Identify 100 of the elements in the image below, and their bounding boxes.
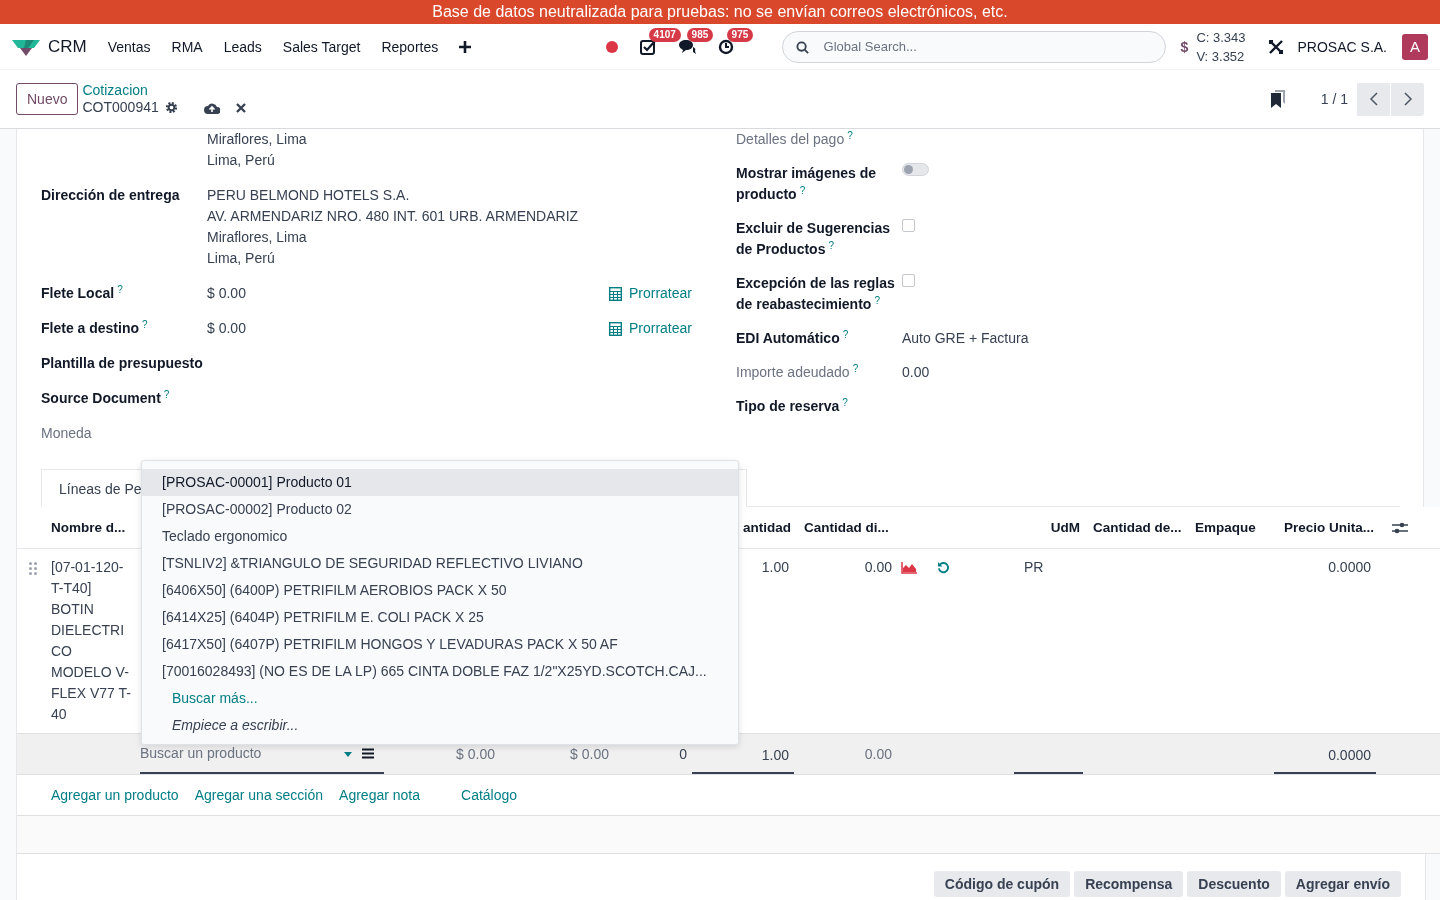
table-cell-text: 0 (678, 744, 688, 764)
area-chart-icon[interactable] (901, 561, 917, 574)
action-button[interactable]: Agregar envío (1284, 871, 1401, 897)
currency-symbol: $ (1180, 38, 1189, 55)
field-value: PERU BELMOND HOTELS S.A. (207, 186, 411, 205)
field-label: Source Document $^{?}$ (41, 388, 171, 408)
settings-icon[interactable] (164, 101, 178, 114)
exchange-rate: C: 3.343 (1196, 28, 1246, 47)
cloud-upload-icon[interactable] (203, 101, 220, 114)
field-label: Importe adeudado $^{?}$ (736, 362, 860, 382)
field-label: Detalles del pago $^{?}$ (736, 129, 854, 149)
dropdown-option[interactable]: [TSNLIV2] &TRIANGULO DE SEGURIDAD REFLECTIVO LIVIANO (142, 550, 738, 577)
table-cell-text: 1.00 (760, 558, 790, 577)
column-header[interactable]: Nombre d... (41, 520, 140, 535)
menu-item[interactable]: Ventas (107, 38, 151, 55)
table-cell-text: $ 0.00 (569, 744, 610, 764)
column-header[interactable]: Empaque (1185, 520, 1274, 535)
previous-button[interactable] (1357, 82, 1390, 116)
settings-sliders-icon[interactable] (1391, 521, 1408, 534)
close-icon[interactable] (235, 102, 246, 113)
field-label: EDI Automático $^{?}$ (736, 328, 850, 348)
menu-item[interactable]: Reportes (381, 38, 439, 55)
field-label: Plantilla de presupuesto (41, 354, 204, 373)
dropdown-option[interactable]: [PROSAC-00002] Producto 02 (142, 496, 738, 523)
field-label: Excepción de las reglas de reabastecimiento $^{?}$ (736, 274, 896, 314)
dropdown-option[interactable]: Teclado ergonomico (142, 523, 738, 550)
column-header[interactable]: Precio Unita... (1274, 520, 1376, 535)
table-cell-text: PR (1023, 558, 1045, 577)
checkbox-icon[interactable] (639, 38, 656, 55)
app-name[interactable]: CRM (48, 36, 87, 57)
logo-icon[interactable] (12, 37, 40, 56)
dropdown-option[interactable]: [70016028493] (NO ES DE LA LP) 665 CINTA DOBLE FAZ 1/2"X25YD.SCOTCH.CAJ... (142, 658, 738, 685)
next-button[interactable] (1391, 82, 1424, 116)
column-header[interactable]: Cantidad di... (794, 520, 897, 535)
add-line-link[interactable]: Agregar nota (339, 787, 420, 803)
prorate-button[interactable]: Prorratear (604, 283, 696, 304)
chat-icon[interactable] (677, 38, 696, 55)
checkbox[interactable] (902, 219, 915, 232)
field-label: Excluir de Sugerencias de Productos $^{?}$ (736, 219, 892, 259)
table-cell-text: 0.00 (863, 744, 893, 764)
field-label: Tipo de reserva $^{?}$ (736, 396, 849, 416)
address-line: Miraflores, Lima (207, 130, 307, 149)
new-button[interactable]: Nuevo (16, 83, 79, 115)
dropdown-hint: Empiece a escribir... (171, 716, 300, 735)
table-cell-text: 0.0000 (1327, 558, 1372, 577)
column-header[interactable]: UdM (1014, 520, 1083, 535)
toggle-switch[interactable] (902, 163, 929, 176)
checkbox[interactable] (902, 274, 915, 287)
field-value: AV. ARMENDARIZ NRO. 480 INT. 601 URB. ARMENDARIZ (207, 207, 579, 226)
tools-icon[interactable] (1267, 38, 1284, 55)
menu-item[interactable]: Sales Target (282, 38, 361, 55)
list-icon[interactable] (362, 748, 374, 759)
calculator-icon (608, 286, 622, 301)
prorate-button[interactable]: Prorratear (604, 318, 696, 339)
drag-handle-icon[interactable] (29, 562, 37, 575)
action-button[interactable]: Descuento (1187, 871, 1281, 897)
notification-count: 4107 (648, 27, 681, 42)
test-database-banner: Base de datos neutralizada para pruebas: no se envían correos electrónicos, etc. (0, 0, 1440, 24)
field-value: $ 0.00 (207, 319, 246, 338)
action-button[interactable]: Recompensa (1074, 871, 1184, 897)
global-search-field[interactable]: Global Search... (781, 30, 1166, 63)
table-cell-text: 0.00 (863, 558, 893, 577)
refresh-icon[interactable] (937, 561, 950, 574)
company-name[interactable]: PROSAC S.A. (1297, 38, 1387, 55)
table-cell-text: [07-01-120-T-T40] BOTIN DIELECTRICO MODELO V-FLEX V77 T-40 (50, 558, 132, 724)
dropdown-option[interactable]: [6417X50] (6407P) PETRIFILM HONGOS Y LEVADURAS PACK X 50 AF (142, 631, 738, 658)
action-button[interactable]: Código de cupón (933, 871, 1071, 897)
field-value: Lima, Perú (207, 249, 276, 268)
add-line-link[interactable]: Agregar una sección (194, 787, 324, 803)
field-label: Dirección de entrega (41, 186, 181, 205)
field-value: $ 0.00 (207, 284, 246, 303)
field-label: Flete Local $^{?}$ (41, 283, 124, 303)
status-dot-icon (605, 40, 618, 53)
menu-item[interactable]: RMA (171, 38, 203, 55)
dropdown-option[interactable]: [PROSAC-00001] Producto 01 (142, 469, 738, 496)
dropdown-option[interactable]: [6406X50] (6400P) PETRIFILM AEROBIOS PACK X 50 (142, 577, 738, 604)
column-header[interactable]: Cantidad de... (1083, 520, 1185, 535)
search-icon (795, 40, 809, 54)
record-name: COT000941 (82, 99, 159, 116)
field-label: Flete a destino $^{?}$ (41, 318, 149, 338)
add-line-link[interactable]: Agregar un producto (51, 787, 179, 803)
plus-icon[interactable] (459, 40, 472, 53)
notification-count: 985 (686, 27, 714, 42)
field-value: Miraflores, Lima (207, 228, 308, 247)
user-avatar[interactable]: A (1402, 33, 1428, 60)
chevron-left-icon (1369, 92, 1378, 106)
calculator-icon (608, 321, 622, 336)
field-value: Auto GRE + Factura (902, 329, 1029, 348)
menu-item[interactable]: Leads (223, 38, 262, 55)
address-line: Lima, Perú (207, 151, 275, 170)
clock-icon[interactable] (717, 38, 734, 55)
field-label: Moneda (41, 424, 93, 443)
dropdown-option[interactable]: [6414X25] (6404P) PETRIFILM E. COLI PACK X 25 (142, 604, 738, 631)
caret-icon (344, 752, 352, 757)
add-line-link[interactable]: Catálogo (461, 787, 518, 803)
chevron-right-icon (1403, 92, 1412, 106)
bookmark-icon[interactable] (1270, 90, 1285, 108)
search-more-link[interactable]: Buscar más... (142, 685, 738, 712)
pager-value[interactable]: 1 / 1 (1320, 91, 1348, 107)
breadcrumb-link[interactable]: Cotizacion (82, 82, 246, 99)
